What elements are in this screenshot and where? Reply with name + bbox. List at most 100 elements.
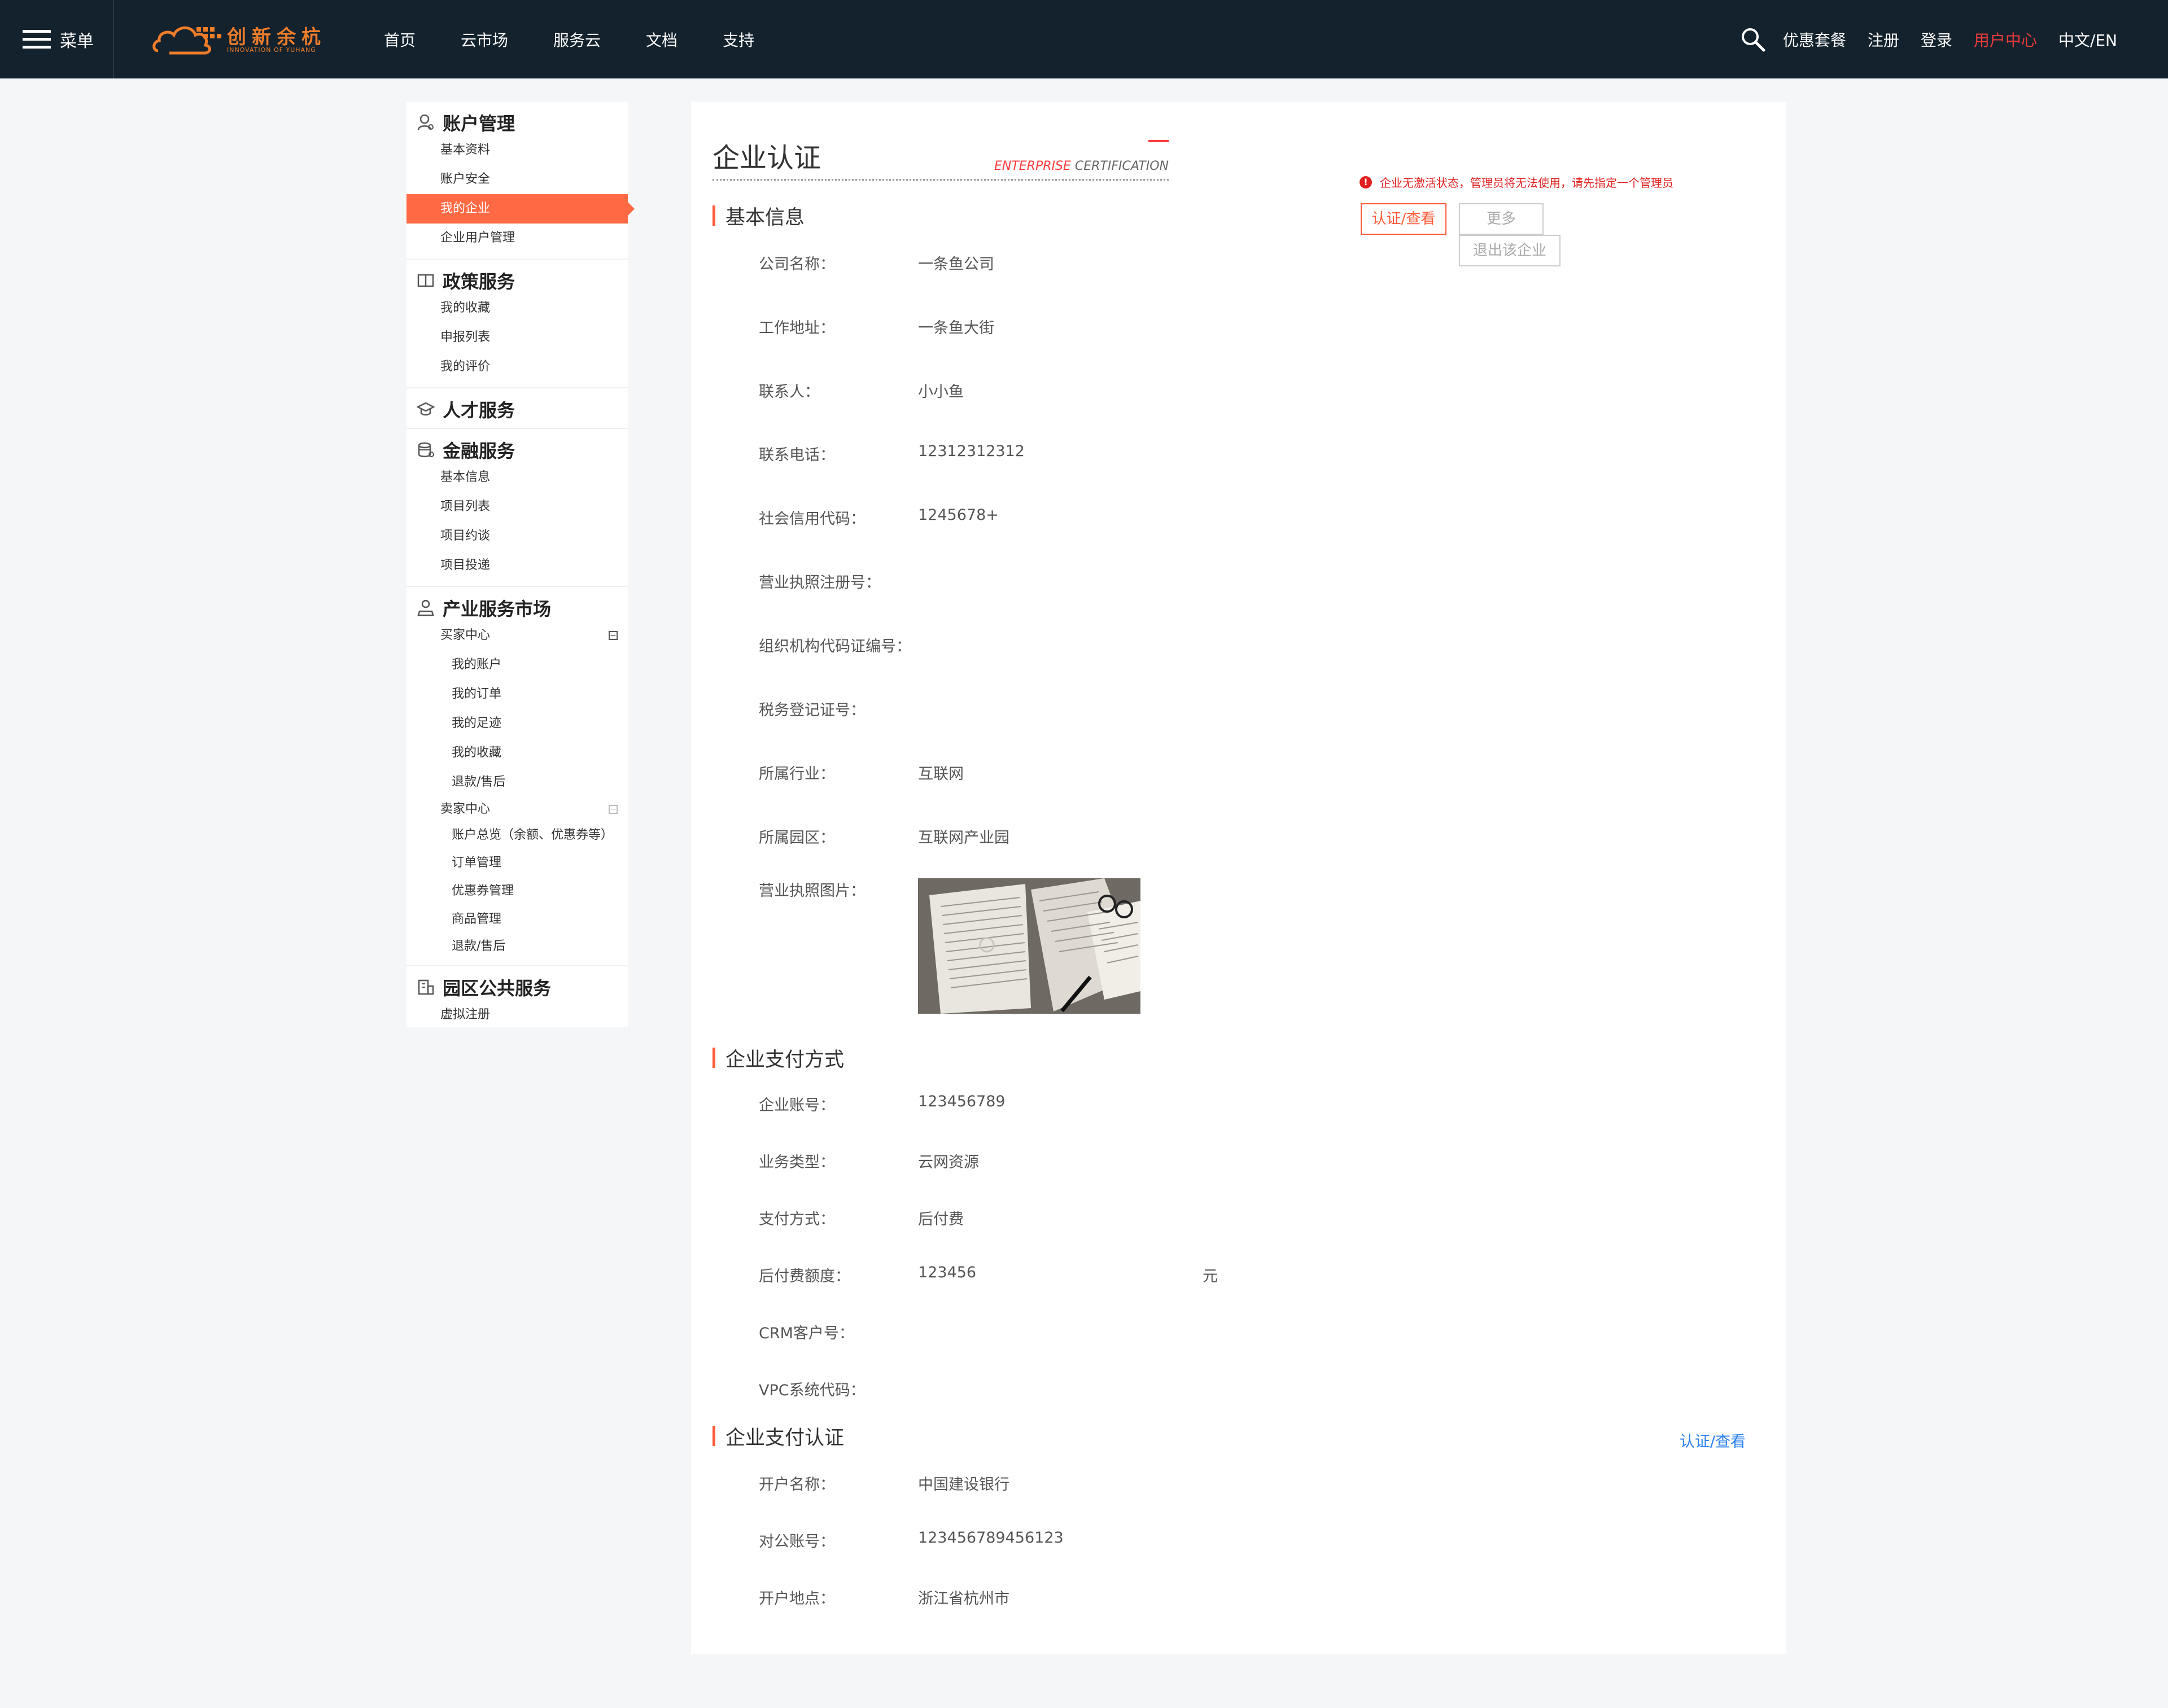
sidebar-item-finance-basic-info[interactable]: 基本信息 bbox=[406, 463, 628, 492]
sidebar-item-my-orders[interactable]: 我的订单 bbox=[406, 680, 628, 709]
main-nav: 首页 云市场 服务云 文档 支持 bbox=[384, 0, 799, 78]
field-label: 工作地址： bbox=[759, 319, 835, 337]
field-value: 中国建设银行 bbox=[918, 1476, 1009, 1494]
sidebar-item-virtual-registration[interactable]: 虚拟注册 bbox=[406, 1000, 628, 1030]
sidebar-item-my-reviews[interactable]: 我的评价 bbox=[406, 352, 628, 382]
sidebar-heading-label: 账户管理 bbox=[443, 113, 515, 134]
collapse-icon[interactable]: − bbox=[609, 805, 618, 814]
section-marker bbox=[713, 1426, 715, 1446]
sidebar-heading-talent[interactable]: 人才服务 bbox=[406, 388, 628, 422]
nav-docs[interactable]: 文档 bbox=[646, 28, 678, 51]
sidebar-item-enterprise-users[interactable]: 企业用户管理 bbox=[406, 224, 628, 253]
sidebar-item-order-management[interactable]: 订单管理 bbox=[406, 849, 628, 877]
nav-support[interactable]: 支持 bbox=[723, 28, 754, 51]
sidebar-item-project-meetings[interactable]: 项目约谈 bbox=[406, 522, 628, 551]
top-right-links: 优惠套餐 注册 登录 用户中心 中文/EN bbox=[1740, 0, 2117, 78]
sidebar-heading-label: 园区公共服务 bbox=[443, 978, 552, 999]
field-label: 社会信用代码： bbox=[759, 510, 866, 528]
sidebar-item-project-submission[interactable]: 项目投递 bbox=[406, 551, 628, 580]
sidebar-item-buyer-center[interactable]: 买家中心 − bbox=[406, 621, 628, 650]
field-value: 浙江省杭州市 bbox=[918, 1590, 1009, 1608]
page-title: 企业认证 bbox=[713, 142, 821, 174]
sidebar-item-my-favorites[interactable]: 我的收藏 bbox=[406, 294, 628, 323]
cloud-logo-icon bbox=[152, 26, 221, 55]
sidebar-heading-label: 政策服务 bbox=[443, 271, 515, 292]
section-title: 基本信息 bbox=[725, 206, 805, 229]
nav-home[interactable]: 首页 bbox=[384, 28, 416, 51]
sidebar-item-product-management[interactable]: 商品管理 bbox=[406, 905, 628, 934]
sidebar-heading-account[interactable]: 账户管理 bbox=[406, 102, 628, 135]
title-accent-dash bbox=[1148, 140, 1169, 142]
sidebar-heading-finance[interactable]: 金融服务 bbox=[406, 429, 628, 463]
sidebar: 账户管理 基本资料 账户安全 我的企业 企业用户管理 政策服务 我的收藏 申报列… bbox=[406, 102, 635, 1027]
page-title-area: 企业认证 ENTERPRISE CERTIFICATION bbox=[713, 135, 1169, 181]
title-en-prefix: ENTERPRISE bbox=[994, 159, 1071, 173]
section-basic-info: 基本信息 bbox=[713, 203, 805, 229]
sidebar-item-application-list[interactable]: 申报列表 bbox=[406, 323, 628, 352]
field-label: 所属园区： bbox=[759, 829, 835, 847]
business-license-image[interactable] bbox=[918, 878, 1140, 1014]
menu-toggle[interactable]: 菜单 bbox=[23, 25, 94, 54]
page-title-english: ENTERPRISE CERTIFICATION bbox=[994, 159, 1169, 173]
sidebar-heading-policy[interactable]: 政策服务 bbox=[406, 260, 628, 294]
link-discount-package[interactable]: 优惠套餐 bbox=[1783, 28, 1846, 51]
sidebar-heading-label: 人才服务 bbox=[443, 400, 515, 421]
sidebar-item-project-list[interactable]: 项目列表 bbox=[406, 492, 628, 522]
sidebar-item-my-account[interactable]: 我的账户 bbox=[406, 650, 628, 680]
warning-text: 企业无激活状态，管理员将无法使用，请先指定一个管理员 bbox=[1380, 176, 1673, 190]
sidebar-item-my-footprints[interactable]: 我的足迹 bbox=[406, 709, 628, 738]
user-icon bbox=[417, 113, 435, 132]
section-payment-certification: 企业支付认证 bbox=[713, 1424, 845, 1449]
field-label: 组织机构代码证编号： bbox=[759, 638, 911, 655]
sidebar-item-seller-center[interactable]: 卖家中心 − bbox=[406, 797, 628, 822]
language-switch[interactable]: 中文/EN bbox=[2058, 28, 2117, 51]
sidebar-item-my-enterprise[interactable]: 我的企业 bbox=[406, 194, 635, 224]
field-label: 联系电话： bbox=[759, 446, 835, 464]
certify-view-button[interactable]: 认证/查看 bbox=[1361, 203, 1446, 235]
payment-certify-view-link[interactable]: 认证/查看 bbox=[1680, 1429, 1746, 1451]
link-user-center[interactable]: 用户中心 bbox=[1974, 28, 2037, 51]
logo-subtext: INNOVATION OF YUHANG bbox=[227, 46, 316, 54]
sidebar-item-buyer-refunds[interactable]: 退款/售后 bbox=[406, 768, 628, 797]
sidebar-group-policy: 政策服务 我的收藏 申报列表 我的评价 bbox=[406, 260, 628, 388]
sidebar-item-basic-profile[interactable]: 基本资料 bbox=[406, 135, 628, 165]
sidebar-heading-industry[interactable]: 产业服务市场 bbox=[406, 587, 628, 621]
top-navigation-bar: 菜单 创新余杭 INNOVATION OF YUHANG 首页 云市场 服务云 … bbox=[0, 0, 2168, 78]
field-label: 营业执照注册号： bbox=[759, 574, 881, 592]
sidebar-item-account-overview[interactable]: 账户总览（余额、优惠券等） bbox=[406, 822, 628, 849]
field-value: 一条鱼大街 bbox=[918, 319, 994, 337]
title-en-suffix: CERTIFICATION bbox=[1070, 159, 1169, 173]
section-marker bbox=[713, 1048, 715, 1068]
leave-enterprise-button[interactable]: 退出该企业 bbox=[1459, 235, 1561, 266]
more-button[interactable]: 更多 bbox=[1459, 203, 1544, 235]
sidebar-item-my-collection[interactable]: 我的收藏 bbox=[406, 738, 628, 768]
alert-icon: ! bbox=[1360, 176, 1372, 189]
field-value: 123456 bbox=[918, 1264, 977, 1281]
sidebar-item-coupon-management[interactable]: 优惠券管理 bbox=[406, 877, 628, 905]
sidebar-heading-label: 金融服务 bbox=[443, 440, 515, 462]
sidebar-group-park: 园区公共服务 虚拟注册 bbox=[406, 966, 628, 1035]
field-value: 123456789456123 bbox=[918, 1529, 1064, 1547]
buyer-center-label: 买家中心 bbox=[440, 628, 491, 642]
field-value: 1245678+ bbox=[918, 506, 999, 524]
nav-service-cloud[interactable]: 服务云 bbox=[553, 28, 601, 51]
logo-text: 创新余杭 bbox=[227, 26, 326, 49]
section-title: 企业支付认证 bbox=[725, 1426, 845, 1449]
field-label: 营业执照图片： bbox=[759, 882, 866, 900]
search-icon[interactable] bbox=[1740, 27, 1766, 52]
sidebar-item-account-security[interactable]: 账户安全 bbox=[406, 165, 628, 194]
sidebar-heading-park[interactable]: 园区公共服务 bbox=[406, 966, 628, 1000]
section-marker bbox=[713, 205, 715, 226]
graduation-cap-icon bbox=[417, 400, 435, 418]
field-value: 一条鱼公司 bbox=[918, 256, 994, 273]
site-logo[interactable]: 创新余杭 INNOVATION OF YUHANG bbox=[152, 17, 333, 62]
link-register[interactable]: 注册 bbox=[1868, 28, 1899, 51]
field-label: 开户名称： bbox=[759, 1476, 835, 1494]
nav-cloud-market[interactable]: 云市场 bbox=[461, 28, 508, 51]
collapse-icon[interactable]: − bbox=[609, 631, 618, 640]
sidebar-group-industry: 产业服务市场 买家中心 − 我的账户 我的订单 我的足迹 我的收藏 退款/售后 卖… bbox=[406, 587, 628, 966]
enterprise-certification-panel: 企业认证 ENTERPRISE CERTIFICATION ! 企业无激活状态，… bbox=[691, 102, 1786, 1654]
link-login[interactable]: 登录 bbox=[1921, 28, 1952, 51]
sidebar-item-seller-refunds[interactable]: 退款/售后 bbox=[406, 934, 628, 960]
field-label: VPC系统代码： bbox=[759, 1382, 866, 1399]
